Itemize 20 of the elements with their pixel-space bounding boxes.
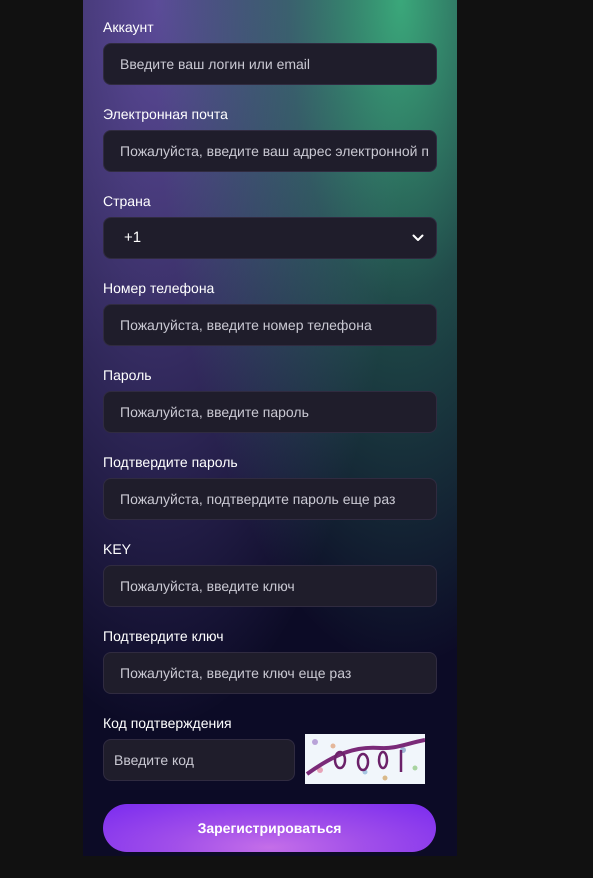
input-field[interactable]: Пожалуйста, введите пароль bbox=[103, 391, 437, 433]
input-field[interactable]: Пожалуйста, подтвердите пароль еще раз bbox=[103, 478, 437, 520]
field-label: Номер телефона bbox=[103, 279, 216, 298]
code-input-field[interactable]: Введите код bbox=[103, 739, 295, 781]
country-code-select[interactable]: +1 bbox=[103, 217, 437, 259]
field-label: Страна bbox=[103, 192, 152, 211]
field-label: Подтвердите пароль bbox=[103, 453, 239, 472]
input-field[interactable]: Введите ваш логин или email bbox=[103, 43, 437, 85]
field-label: Код подтверждения bbox=[103, 714, 233, 733]
input-field[interactable]: Пожалуйста, введите ваш адрес электронной п bbox=[103, 130, 437, 172]
field-label: Подтвердите ключ bbox=[103, 627, 225, 646]
chevron-down-icon bbox=[412, 234, 424, 242]
register-button[interactable]: Зарегистрироваться bbox=[103, 804, 436, 852]
field-label: Аккаунт bbox=[103, 18, 155, 37]
input-field[interactable]: Пожалуйста, введите ключ bbox=[103, 565, 437, 607]
field-label: Пароль bbox=[103, 366, 153, 385]
input-field[interactable]: Пожалуйста, введите номер телефона bbox=[103, 304, 437, 346]
field-label: KEY bbox=[103, 540, 132, 559]
input-field[interactable]: Пожалуйста, введите ключ еще раз bbox=[103, 652, 437, 694]
field-label: Электронная почта bbox=[103, 105, 229, 124]
